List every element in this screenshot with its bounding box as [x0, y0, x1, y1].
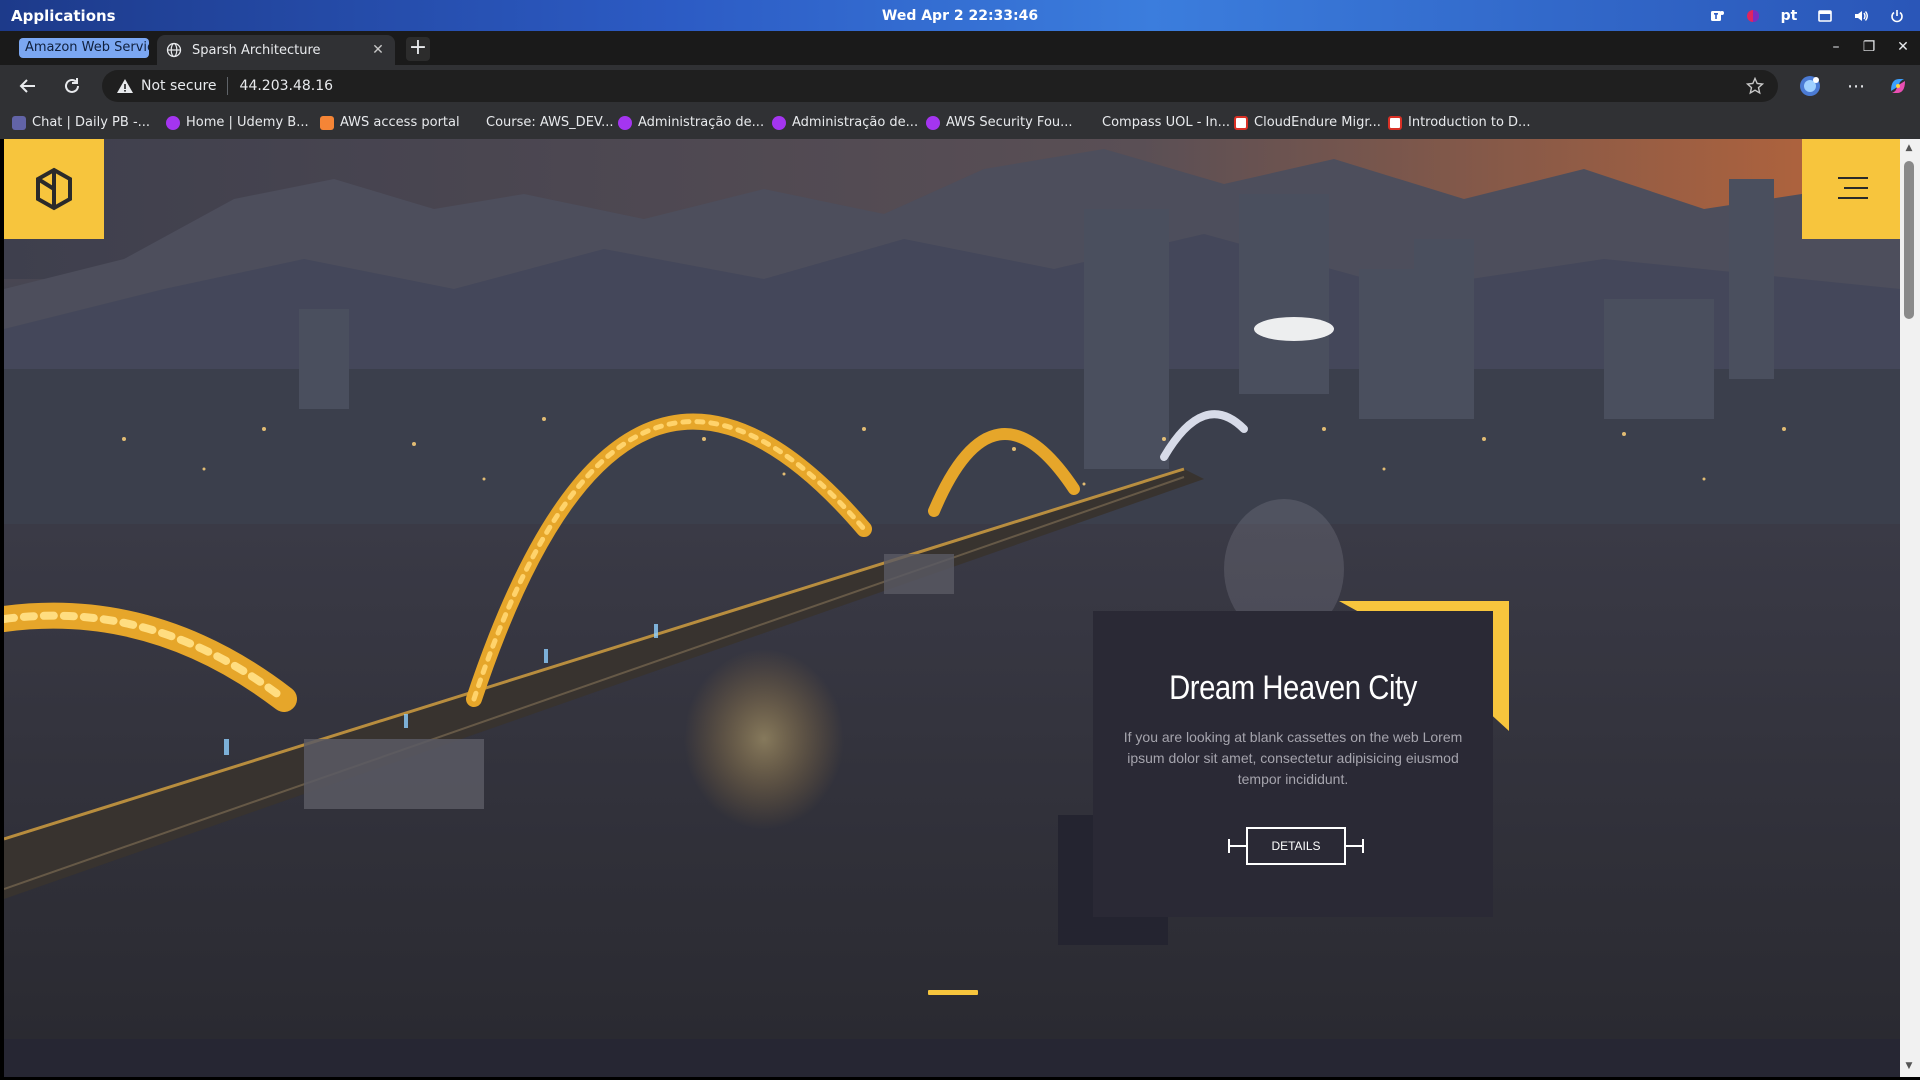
bookmark-item[interactable]: Home | Udemy B...: [166, 115, 309, 130]
next-section: [4, 1039, 1900, 1077]
tab-group-chip[interactable]: Amazon Web Servic: [19, 38, 149, 58]
teams-icon: [12, 115, 26, 130]
reload-icon[interactable]: [61, 75, 83, 97]
app-tray-icon[interactable]: [1740, 6, 1766, 26]
bookmark-item[interactable]: CloudEndure Migr...: [1234, 115, 1381, 130]
scroll-up-icon[interactable]: ▲: [1904, 143, 1914, 153]
minimize-icon[interactable]: –: [1825, 36, 1847, 58]
warning-icon[interactable]: [116, 77, 134, 95]
hamburger-menu-button[interactable]: [1802, 139, 1900, 239]
button-right-tick: [1362, 839, 1364, 853]
applications-menu[interactable]: Applications: [11, 7, 116, 25]
slider-pagination-active[interactable]: [928, 990, 978, 995]
close-tab-icon[interactable]: ✕: [369, 41, 387, 59]
system-clock[interactable]: Wed Apr 2 22:33:46: [882, 8, 1038, 24]
slide-title: Dream Heaven City: [1169, 669, 1417, 707]
bookmark-item[interactable]: AWS access portal: [320, 115, 460, 130]
system-top-bar: Applications Wed Apr 2 22:33:46 pt: [0, 0, 1920, 31]
page-scrollbar[interactable]: ▲ ▼: [1900, 139, 1920, 1077]
site-logo[interactable]: [4, 139, 104, 239]
active-tab[interactable]: Sparsh Architecture ✕: [157, 35, 395, 65]
volume-icon[interactable]: [1848, 6, 1874, 26]
aws-icon: [320, 115, 334, 130]
back-icon[interactable]: [17, 75, 39, 97]
slide-caption-card: Dream Heaven City If you are looking at …: [1093, 611, 1493, 917]
restore-icon[interactable]: ❐: [1858, 36, 1880, 58]
udemy-icon: [772, 115, 786, 130]
scroll-down-icon[interactable]: ▼: [1904, 1061, 1914, 1071]
browser-tab-strip: Amazon Web Servic Sparsh Architecture ✕ …: [0, 31, 1920, 65]
hero-background-image: [4, 139, 1900, 1039]
menu-line-icon: [1838, 177, 1868, 179]
bookmarks-bar: Chat | Daily PB -... Home | Udemy B... A…: [0, 107, 1920, 139]
bookmark-item[interactable]: AWS Security Fou...: [926, 115, 1073, 130]
security-status-label[interactable]: Not secure: [141, 78, 217, 94]
keyboard-layout-indicator[interactable]: pt: [1776, 6, 1802, 26]
bookmark-item[interactable]: Compass UOL - In...: [1102, 115, 1230, 130]
browser-toolbar: Not secure 44.203.48.16 ⋯: [0, 65, 1920, 107]
close-window-icon[interactable]: ✕: [1892, 36, 1914, 58]
button-left-tick: [1228, 839, 1230, 853]
slide-description: If you are looking at blank cassettes on…: [1123, 729, 1463, 787]
url-text[interactable]: 44.203.48.16: [240, 78, 334, 94]
bookmark-item[interactable]: Introduction to D...: [1388, 115, 1530, 130]
menu-line-icon: [1838, 197, 1868, 199]
udemy-icon: [618, 115, 632, 130]
gmail-icon: [1234, 115, 1248, 130]
screen-icon[interactable]: [1812, 6, 1838, 26]
button-left-line: [1228, 845, 1246, 847]
power-icon[interactable]: [1884, 6, 1910, 26]
bookmark-item[interactable]: Administração de...: [772, 115, 918, 130]
logo-icon: [36, 167, 72, 211]
tab-title: Sparsh Architecture: [192, 42, 321, 58]
gmail-icon: [1388, 115, 1402, 130]
details-button[interactable]: DETAILS: [1246, 827, 1346, 865]
more-menu-icon[interactable]: ⋯: [1844, 74, 1868, 98]
scrollbar-thumb[interactable]: [1904, 161, 1914, 319]
bookmark-star-icon[interactable]: [1746, 77, 1764, 95]
bookmark-item[interactable]: Administração de...: [618, 115, 764, 130]
address-bar[interactable]: Not secure 44.203.48.16: [102, 70, 1778, 102]
address-divider: [226, 77, 228, 95]
system-tray: pt: [1694, 6, 1910, 26]
teams-tray-icon[interactable]: [1704, 6, 1730, 26]
bookmark-item[interactable]: Course: AWS_DEV...: [486, 115, 614, 130]
hero-slider: Dream Heaven City If you are looking at …: [4, 139, 1900, 1039]
bookmark-item[interactable]: Chat | Daily PB -...: [12, 115, 150, 130]
menu-line-icon: [1844, 187, 1868, 189]
udemy-icon: [926, 115, 940, 130]
profile-icon[interactable]: [1798, 74, 1822, 98]
udemy-icon: [166, 115, 180, 130]
page-viewport: Dream Heaven City If you are looking at …: [4, 139, 1900, 1077]
copilot-icon[interactable]: [1886, 74, 1910, 98]
new-tab-button[interactable]: +: [406, 37, 430, 61]
globe-icon: [166, 42, 182, 58]
